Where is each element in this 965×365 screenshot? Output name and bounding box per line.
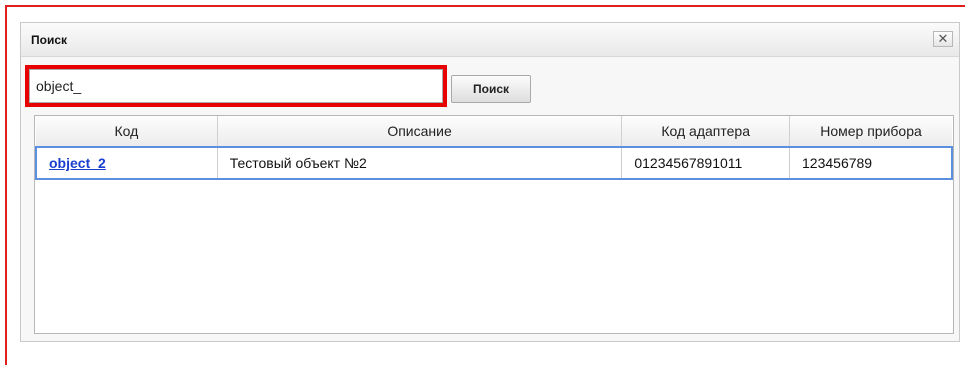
column-header-code[interactable]: Код xyxy=(36,116,218,148)
dialog-title: Поиск xyxy=(31,33,68,47)
cell-device-number: 123456789 xyxy=(789,146,954,180)
column-header-device-number[interactable]: Номер прибора xyxy=(789,116,952,148)
object-code-link[interactable]: object_2 xyxy=(49,155,106,171)
results-grid: Код Описание Код адаптера Номер прибора … xyxy=(34,115,954,334)
close-icon: ✕ xyxy=(937,31,949,46)
cell-adapter-code: 01234567891011 xyxy=(621,146,791,180)
search-button[interactable]: Поиск xyxy=(451,75,531,103)
dialog-titlebar: Поиск ✕ xyxy=(21,23,959,57)
close-button[interactable]: ✕ xyxy=(933,31,953,47)
table-row[interactable]: object_2 Тестовый объект №2 012345678910… xyxy=(34,146,954,180)
table-header-row: Код Описание Код адаптера Номер прибора xyxy=(36,116,952,148)
column-header-adapter-code[interactable]: Код адаптера xyxy=(621,116,791,148)
search-dialog: Поиск ✕ Поиск Код Описание Код адаптера … xyxy=(20,22,960,342)
results-table: Код Описание Код адаптера Номер прибора … xyxy=(34,116,954,180)
cell-description: Тестовый объект №2 xyxy=(217,146,623,180)
column-header-description[interactable]: Описание xyxy=(217,116,623,148)
search-input[interactable] xyxy=(29,69,443,103)
cell-code: object_2 xyxy=(34,146,218,180)
